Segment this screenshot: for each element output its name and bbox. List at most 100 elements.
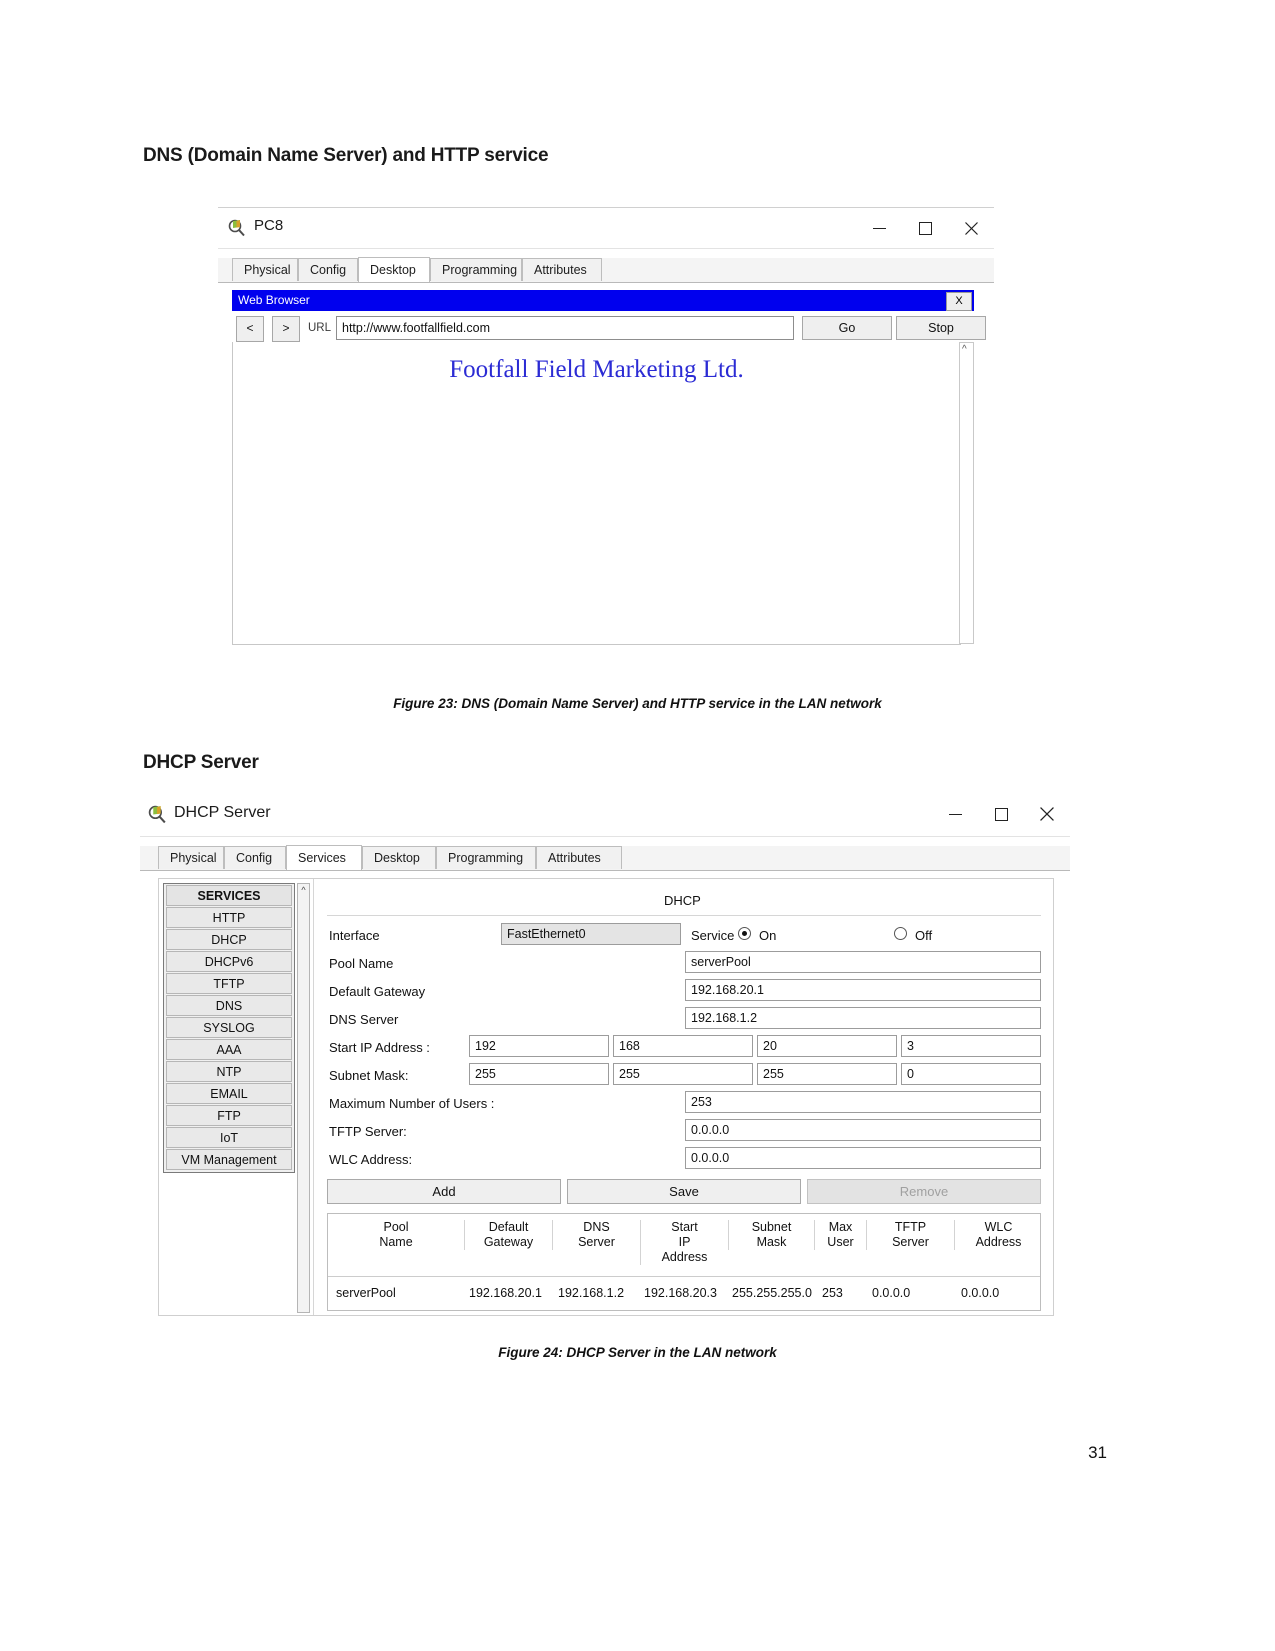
sidebar-item-vm-management[interactable]: VM Management — [166, 1149, 292, 1170]
website-heading: Footfall Field Marketing Ltd. — [449, 356, 744, 383]
pool-table-header-wlc-address: WLC Address — [954, 1220, 1042, 1250]
url-input[interactable]: http://www.footfallfield.com — [336, 316, 794, 340]
save-button[interactable]: Save — [567, 1179, 801, 1204]
table-row-subnet-mask: 255.255.255.0 — [732, 1286, 812, 1300]
chevron-up-icon[interactable]: ^ — [962, 344, 967, 355]
start-ip-octet-2[interactable]: 168 — [613, 1035, 753, 1057]
tftp-server-label: TFTP Server: — [329, 1124, 407, 1139]
sidebar-item-email[interactable]: EMAIL — [166, 1083, 292, 1104]
default-gateway-label: Default Gateway — [329, 984, 426, 999]
wlc-address-label: WLC Address: — [329, 1152, 413, 1167]
stop-button[interactable]: Stop — [896, 316, 986, 340]
pool-table-header-rule — [328, 1276, 1040, 1277]
tab-attributes[interactable]: Attributes — [522, 258, 602, 281]
service-off-label: Off — [915, 928, 933, 943]
browser-forward-button[interactable]: > — [272, 316, 300, 342]
add-button[interactable]: Add — [327, 1179, 561, 1204]
pool-table-header-max-user: Max User — [814, 1220, 866, 1250]
minimize-icon[interactable] — [856, 208, 902, 248]
dhcp-window-title: DHCP Server — [174, 804, 271, 821]
tab-config[interactable]: Config — [298, 258, 358, 281]
tab-physical[interactable]: Physical — [232, 258, 298, 281]
sidebar-item-dhcpv6[interactable]: DHCPv6 — [166, 951, 292, 972]
tab-programming[interactable]: Programming — [430, 258, 522, 281]
sidebar-item-tftp[interactable]: TFTP — [166, 973, 292, 994]
minimize-icon[interactable] — [932, 792, 978, 836]
table-row-tftp-server: 0.0.0.0 — [872, 1286, 911, 1300]
wlc-address-input[interactable]: 0.0.0.0 — [685, 1147, 1041, 1169]
default-gateway-input[interactable]: 192.168.20.1 — [685, 979, 1041, 1001]
browser-vertical-scrollbar[interactable]: ^ — [959, 342, 974, 644]
start-ip-octet-1[interactable]: 192 — [469, 1035, 609, 1057]
sidebar-item-iot[interactable]: IoT — [166, 1127, 292, 1148]
panel-divider — [313, 879, 314, 1315]
close-icon[interactable] — [948, 208, 994, 248]
figure-24-caption: Figure 24: DHCP Server in the LAN networ… — [498, 1345, 777, 1360]
service-off-radio[interactable] — [894, 927, 907, 940]
pool-table-header-pool-name: Pool Name — [379, 1220, 413, 1249]
pc8-titlebar: PC8 — [218, 208, 994, 249]
tab-desktop[interactable]: Desktop — [362, 846, 436, 869]
services-sidebar-scrollbar[interactable]: ^ — [297, 883, 310, 1313]
service-on-radio[interactable] — [738, 927, 751, 940]
table-row-start-ip: 192.168.20.3 — [644, 1286, 717, 1300]
tftp-server-input[interactable]: 0.0.0.0 — [685, 1119, 1041, 1141]
start-ip-octet-4[interactable]: 3 — [901, 1035, 1041, 1057]
close-icon[interactable] — [1024, 792, 1070, 836]
sidebar-item-dns[interactable]: DNS — [166, 995, 292, 1016]
pool-table-header-start-ip: Start IP Address — [640, 1220, 728, 1265]
pool-name-label: Pool Name — [329, 956, 394, 971]
web-browser-titlebar: Web Browser X — [232, 290, 974, 311]
pc8-window-controls — [856, 208, 994, 248]
web-browser-panel: Web Browser X < > URL http://www.footfal… — [232, 290, 986, 650]
tab-desktop[interactable]: Desktop — [358, 257, 430, 282]
tab-physical[interactable]: Physical — [158, 846, 224, 869]
sidebar-item-ftp[interactable]: FTP — [166, 1105, 292, 1126]
browser-content-area: Footfall Field Marketing Ltd. — [232, 342, 961, 645]
subnet-mask-octet-3[interactable]: 255 — [757, 1063, 897, 1085]
dns-server-input[interactable]: 192.168.1.2 — [685, 1007, 1041, 1029]
max-users-input[interactable]: 253 — [685, 1091, 1041, 1113]
subnet-mask-octet-1[interactable]: 255 — [469, 1063, 609, 1085]
go-button[interactable]: Go — [802, 316, 892, 340]
interface-label: Interface — [329, 928, 380, 943]
chevron-up-icon[interactable]: ^ — [298, 885, 309, 895]
dhcp-panel-heading: DHCP — [664, 893, 701, 908]
pool-table: Pool Name Default Gateway DNS Server Start I… — [327, 1213, 1041, 1311]
sidebar-item-syslog[interactable]: SYSLOG — [166, 1017, 292, 1038]
tab-programming[interactable]: Programming — [436, 846, 536, 869]
table-row-pool-name: serverPool — [336, 1286, 396, 1300]
document-page: DNS (Domain Name Server) and HTTP servic… — [0, 0, 1275, 1651]
table-row-default-gateway: 192.168.20.1 — [469, 1286, 542, 1300]
maximize-icon[interactable] — [978, 792, 1024, 836]
subnet-mask-label: Subnet Mask: — [329, 1068, 409, 1083]
interface-select[interactable]: FastEthernet0 — [501, 923, 681, 945]
subnet-mask-octet-2[interactable]: 255 — [613, 1063, 753, 1085]
sidebar-item-ntp[interactable]: NTP — [166, 1061, 292, 1082]
dns-server-label: DNS Server — [329, 1012, 399, 1027]
tab-services[interactable]: Services — [286, 845, 362, 870]
pc8-title: PC8 — [254, 217, 284, 234]
maximize-icon[interactable] — [902, 208, 948, 248]
packet-tracer-icon — [148, 804, 168, 824]
section-heading-dhcp-server: DHCP Server — [143, 752, 259, 773]
figure-23-caption: Figure 23: DNS (Domain Name Server) and … — [393, 696, 882, 711]
panel-heading-rule — [327, 915, 1041, 916]
sidebar-item-dhcp[interactable]: DHCP — [166, 929, 292, 950]
services-content-area: SERVICES HTTP DHCP DHCPv6 TFTP DNS SYSLO… — [158, 878, 1054, 1316]
services-sidebar-header: SERVICES — [166, 885, 292, 906]
start-ip-octet-3[interactable]: 20 — [757, 1035, 897, 1057]
tab-config[interactable]: Config — [224, 846, 286, 869]
dhcp-form: DHCP Interface FastEthernet0 Service On … — [319, 879, 1049, 1315]
services-sidebar: SERVICES HTTP DHCP DHCPv6 TFTP DNS SYSLO… — [163, 883, 295, 1173]
pool-name-input[interactable]: serverPool — [685, 951, 1041, 973]
pool-table-header-default-gateway: Default Gateway — [464, 1220, 552, 1250]
sidebar-item-aaa[interactable]: AAA — [166, 1039, 292, 1060]
web-browser-title: Web Browser — [238, 293, 310, 307]
web-browser-close-button[interactable]: X — [946, 292, 972, 311]
tab-attributes[interactable]: Attributes — [536, 846, 622, 869]
browser-back-button[interactable]: < — [236, 316, 264, 342]
subnet-mask-octet-4[interactable]: 0 — [901, 1063, 1041, 1085]
sidebar-item-http[interactable]: HTTP — [166, 907, 292, 928]
remove-button[interactable]: Remove — [807, 1179, 1041, 1204]
